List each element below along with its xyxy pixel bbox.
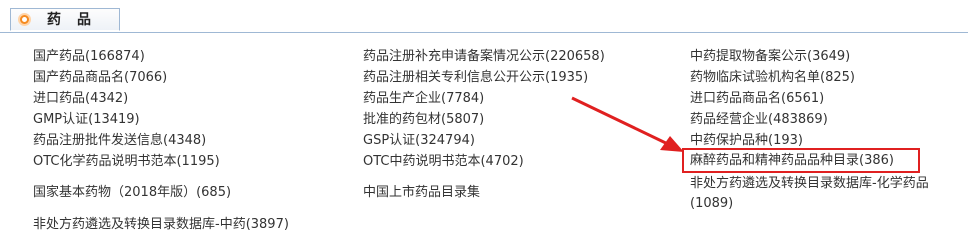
link-packaging-materials[interactable]: 批准的药包材(5807) [363,112,484,128]
section-tab[interactable]: 药品 [10,8,120,31]
link-otc-chemical-database[interactable]: 非处方药遴选及转换目录数据库-化学药品 [690,176,929,192]
link-tcm-extract-filings[interactable]: 中药提取物备案公示(3649) [690,49,850,65]
link-gsp-certification[interactable]: GSP认证(324794) [363,133,475,149]
link-essential-medicines[interactable]: 国家基本药物（2018年版）(685) [33,185,231,201]
link-otc-tcm-leaflets[interactable]: OTC中药说明书范本(4702) [363,154,524,170]
link-imported-drugs[interactable]: 进口药品(4342) [33,91,128,107]
link-protected-tcm-varieties[interactable]: 中药保护品种(193) [690,133,803,149]
link-patent-disclosure[interactable]: 药品注册相关专利信息公开公示(1935) [363,70,588,86]
link-otc-tcm-database[interactable]: 非处方药遴选及转换目录数据库-中药(3897) [33,217,289,233]
link-imported-drug-brands[interactable]: 进口药品商品名(6561) [690,91,824,107]
link-otc-chemical-leaflets[interactable]: OTC化学药品说明书范本(1195) [33,154,220,170]
link-domestic-drugs[interactable]: 国产药品(166874) [33,49,145,65]
link-manufacturers[interactable]: 药品生产企业(7784) [363,91,484,107]
link-domestic-drug-brands[interactable]: 国产药品商品名(7066) [33,70,167,86]
section-title: 药品 [47,12,107,28]
orange-bullet-icon [18,13,31,26]
link-supplementary-filings[interactable]: 药品注册补充申请备案情况公示(220658) [363,49,605,65]
link-gmp-certification[interactable]: GMP认证(13419) [33,112,140,128]
section-header-bar [0,8,968,33]
highlight-box [682,148,920,173]
link-registration-approvals[interactable]: 药品注册批件发送信息(4348) [33,133,206,149]
link-listed-drugs-catalog[interactable]: 中国上市药品目录集 [363,185,480,201]
link-distributors[interactable]: 药品经营企业(483869) [690,112,828,128]
link-otc-chemical-database-count[interactable]: (1089) [690,196,733,212]
link-clinical-trial-sites[interactable]: 药物临床试验机构名单(825) [690,70,855,86]
